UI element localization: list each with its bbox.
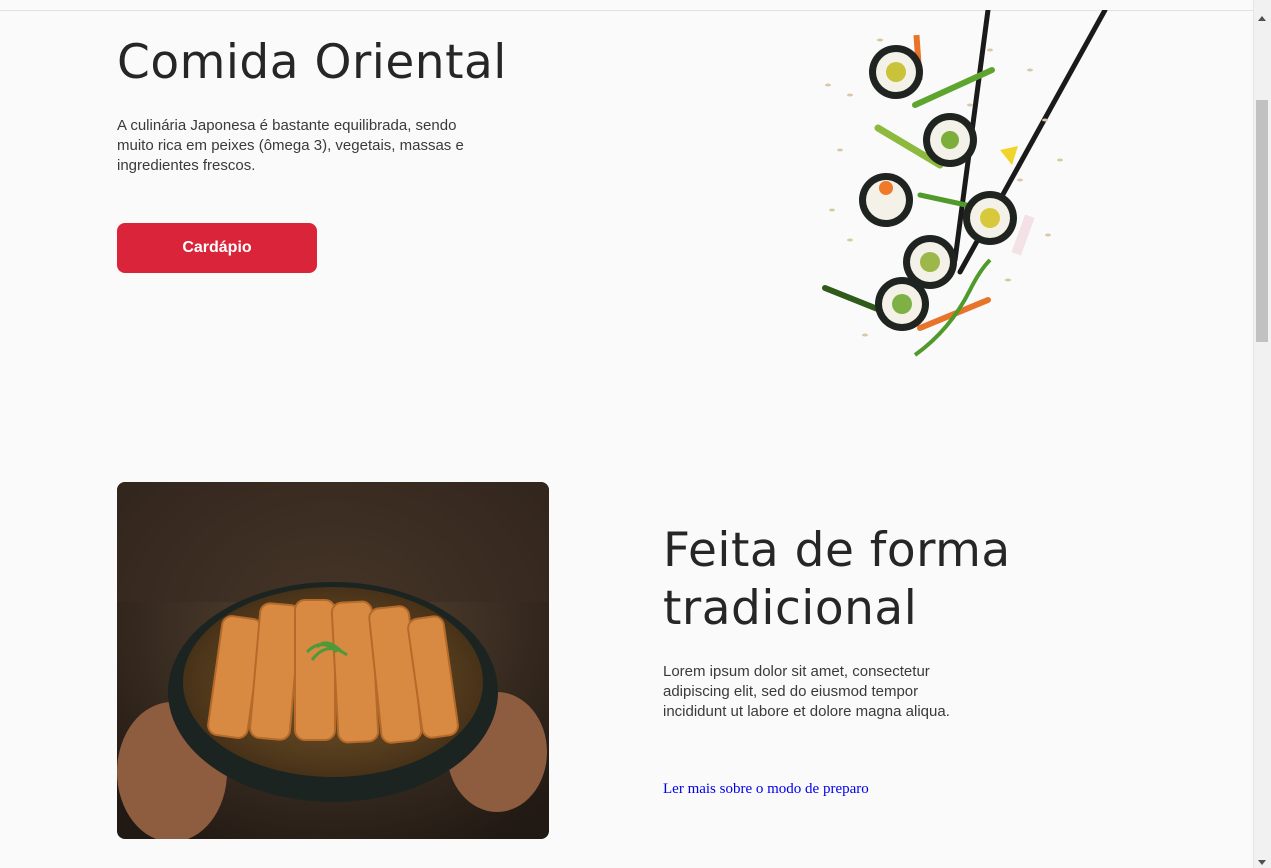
hero-description: A culinária Japonesa é bastante equilibr… — [117, 117, 464, 174]
hero-title: Comida Oriental — [117, 35, 507, 90]
sushi-chopsticks-image — [822, 10, 1108, 357]
vertical-scrollbar[interactable] — [1253, 0, 1271, 868]
scroll-down-icon[interactable] — [1258, 860, 1266, 865]
katsu-bowl-photo — [117, 482, 549, 839]
preparation-link[interactable]: Ler mais sobre o modo de preparo — [663, 781, 869, 798]
menu-button[interactable]: Cardápio — [117, 223, 317, 273]
scrollbar-thumb[interactable] — [1256, 100, 1268, 342]
section-description: Lorem ipsum dolor sit amet, consectetur … — [663, 663, 950, 720]
scroll-up-icon[interactable] — [1258, 16, 1266, 21]
section-title: Feita de forma tradicional — [663, 523, 1011, 636]
